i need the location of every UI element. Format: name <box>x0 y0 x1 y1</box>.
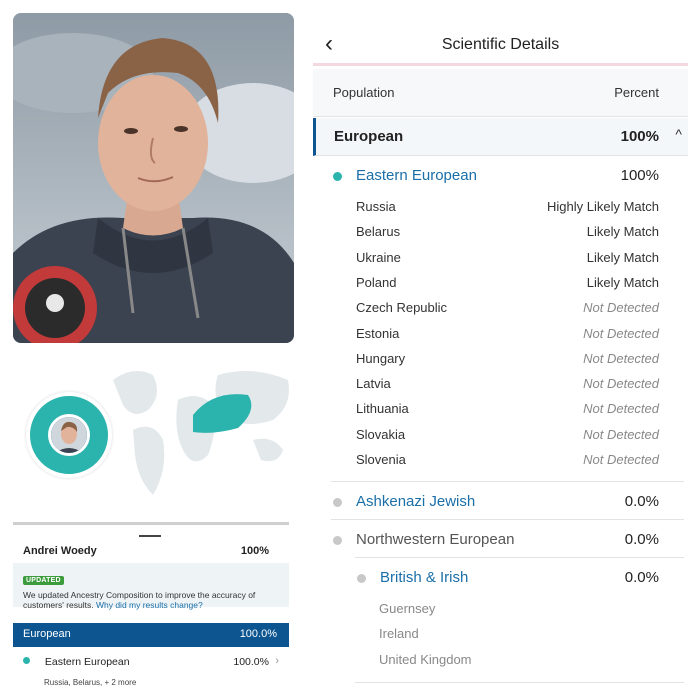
region-name[interactable]: Eastern European <box>356 167 477 184</box>
population-row-european[interactable]: European 100% ^ <box>313 118 688 156</box>
match-level: Not Detected <box>583 426 659 442</box>
country-row: Poland Likely Match <box>356 275 659 293</box>
country-row: Belarus Likely Match <box>356 224 659 242</box>
population-percent: 100% <box>620 128 659 145</box>
country-name: Czech Republic <box>356 300 448 316</box>
country-row: Hungary Not Detected <box>356 351 659 369</box>
match-level: Likely Match <box>586 224 659 240</box>
population-name: European <box>334 128 404 145</box>
country-row: Estonia Not Detected <box>356 326 659 344</box>
why-changed-link[interactable]: Why did my results change? <box>96 600 203 610</box>
divider <box>355 557 684 558</box>
country-name: United Kingdom <box>379 651 472 667</box>
top-bar: ‹ Scientific Details <box>313 0 688 66</box>
country-row: Czech Republic Not Detected <box>356 300 659 318</box>
country-name: Belarus <box>356 224 401 240</box>
column-header: Population Percent <box>313 69 688 117</box>
country-name: Estonia <box>356 325 400 341</box>
update-message: We updated Ancestry Composition to impro… <box>23 590 256 610</box>
region-name[interactable]: British & Irish <box>380 569 468 586</box>
update-notice: UPDATED We updated Ancestry Composition … <box>13 563 289 610</box>
country-row: Ireland <box>379 626 682 644</box>
region-percent: 100.0% <box>233 656 269 668</box>
drag-handle[interactable] <box>139 535 161 537</box>
population-column-label: Population <box>333 85 395 100</box>
country-row: Ukraine Likely Match <box>356 250 659 268</box>
chevron-up-icon[interactable]: ^ <box>675 126 682 142</box>
country-name: Latvia <box>356 376 391 392</box>
region-label: Eastern European <box>44 656 130 668</box>
country-row: Russia Highly Likely Match <box>356 199 659 217</box>
match-level: Not Detected <box>583 401 659 417</box>
country-name: Slovenia <box>356 452 406 467</box>
page-title: Scientific Details <box>441 36 560 53</box>
population-label: European <box>23 628 71 640</box>
match-level: Not Detected <box>583 376 659 392</box>
divider <box>331 519 684 520</box>
ancestry-world-map <box>13 360 294 510</box>
region-dot-icon <box>333 536 342 545</box>
country-row: United Kingdom <box>379 652 682 670</box>
region-countries-summary: Russia, Belarus, + 2 more <box>44 678 137 687</box>
country-name: Ireland <box>379 626 419 642</box>
region-row-eastern-european[interactable]: Eastern European 100% <box>331 167 688 187</box>
region-percent: 0.0% <box>624 531 659 548</box>
population-bar-european[interactable]: European 100.0% <box>13 623 289 647</box>
country-name: Russia <box>356 199 396 214</box>
country-name: Guernsey <box>379 601 436 616</box>
country-name: Hungary <box>356 350 406 366</box>
scientific-details-panel: ‹ Scientific Details Population Percent … <box>313 0 688 700</box>
region-name: Northwestern European <box>356 531 515 548</box>
percent-column-label: Percent <box>614 85 659 100</box>
region-dot-icon <box>357 574 366 583</box>
card-header: Andrei Woedy 100% <box>23 545 269 557</box>
region-percent: 0.0% <box>624 493 659 510</box>
population-percent: 100.0% <box>239 628 277 640</box>
region-row-eastern-european[interactable]: Eastern European 100.0% › <box>23 655 279 668</box>
region-name[interactable]: Ashkenazi Jewish <box>356 493 475 510</box>
region-row-northwestern-european[interactable]: Northwestern European 0.0% <box>331 531 688 551</box>
country-name: Ukraine <box>356 249 401 265</box>
avatar-ring <box>26 392 112 478</box>
user-name: Andrei Woedy <box>23 545 97 557</box>
avatar <box>48 414 90 456</box>
updated-badge: UPDATED <box>23 576 64 585</box>
region-dot-icon <box>23 657 30 664</box>
profile-photo <box>13 13 294 343</box>
divider <box>355 682 684 683</box>
match-level: Not Detected <box>583 300 659 316</box>
match-level: Not Detected <box>583 452 659 467</box>
region-row-british-irish[interactable]: British & Irish 0.0% <box>355 569 688 589</box>
match-level: Highly Likely Match <box>547 199 659 214</box>
ancestry-summary-card: Andrei Woedy 100% UPDATED We updated Anc… <box>13 522 289 692</box>
country-row: Slovenia Not Detected <box>356 452 659 470</box>
country-name: Lithuania <box>356 401 409 417</box>
region-row-ashkenazi-jewish[interactable]: Ashkenazi Jewish 0.0% <box>331 493 688 513</box>
divider <box>331 481 684 482</box>
region-percent: 0.0% <box>624 569 659 586</box>
region-dot-icon <box>333 172 342 181</box>
country-row: Slovakia Not Detected <box>356 427 659 445</box>
country-row: Guernsey <box>379 601 682 619</box>
match-level: Not Detected <box>583 325 659 341</box>
country-row: Lithuania Not Detected <box>356 401 659 419</box>
region-dot-icon <box>333 498 342 507</box>
match-level: Likely Match <box>586 274 659 290</box>
country-name: Slovakia <box>356 426 406 442</box>
chevron-right-icon: › <box>275 655 279 667</box>
region-percent: 100% <box>620 167 659 184</box>
total-percent: 100% <box>240 545 269 557</box>
country-name: Poland <box>356 274 397 290</box>
country-row: Latvia Not Detected <box>356 376 659 394</box>
match-level: Likely Match <box>586 249 659 265</box>
match-level: Not Detected <box>583 350 659 366</box>
